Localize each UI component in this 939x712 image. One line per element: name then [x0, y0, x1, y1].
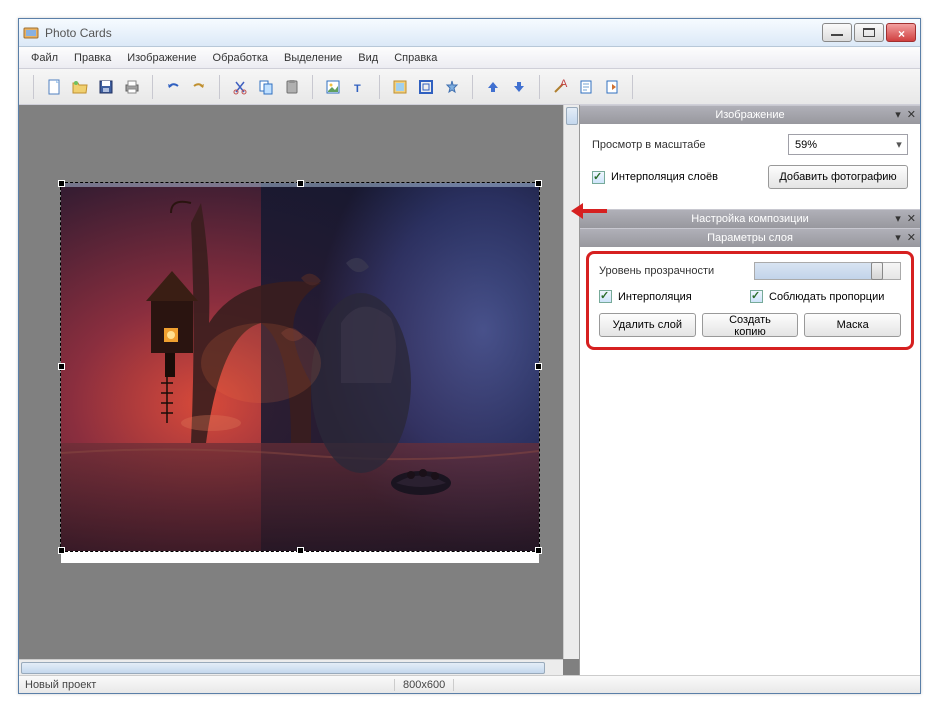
close-panel-icon[interactable]: ✕: [907, 108, 916, 121]
selection-handle-bc[interactable]: [297, 547, 304, 554]
annotation-arrow-icon: [569, 199, 609, 223]
panel-image-title[interactable]: Изображение ▾✕: [580, 105, 920, 124]
keep-prop-label: Соблюдать пропорции: [769, 291, 884, 303]
keep-prop-checkbox[interactable]: [750, 290, 763, 303]
svg-text:T: T: [354, 83, 361, 95]
menu-help[interactable]: Справка: [386, 49, 445, 67]
app-icon: [23, 25, 39, 41]
border-icon[interactable]: [414, 75, 438, 99]
chevron-down-icon[interactable]: ▾: [891, 138, 907, 151]
selection-handle-tr[interactable]: [535, 180, 542, 187]
app-window: Photo Cards × Файл Правка Изображение Об…: [18, 18, 921, 694]
menu-image[interactable]: Изображение: [119, 49, 204, 67]
zoom-label: Просмотр в масштабе: [592, 139, 788, 151]
status-dimensions: 800x600: [403, 679, 454, 691]
mask-button[interactable]: Маска: [804, 313, 901, 337]
wand-a-icon[interactable]: A: [548, 75, 572, 99]
horizontal-scrollbar[interactable]: [19, 659, 563, 675]
maximize-button[interactable]: [854, 23, 884, 42]
text-tool-icon[interactable]: T: [347, 75, 371, 99]
statusbar: Новый проект 800x600: [19, 675, 920, 693]
menu-file[interactable]: Файл: [23, 49, 66, 67]
close-button[interactable]: ×: [886, 23, 916, 42]
outer-container: Photo Cards × Файл Правка Изображение Об…: [0, 0, 939, 712]
layer-params-highlight: Уровень прозрачности Интерполяция Соблюд…: [586, 251, 914, 350]
interp-layers-checkbox[interactable]: [592, 171, 605, 184]
canvas-image[interactable]: [61, 183, 539, 551]
save-icon[interactable]: [94, 75, 118, 99]
titlebar[interactable]: Photo Cards ×: [19, 19, 920, 47]
selection-handle-mr[interactable]: [535, 363, 542, 370]
toolbar: T A: [19, 69, 920, 105]
selection-handle-tc[interactable]: [297, 180, 304, 187]
opacity-slider[interactable]: [754, 262, 901, 280]
add-photo-button[interactable]: Добавить фотографию: [768, 165, 908, 189]
undo-icon[interactable]: [161, 75, 185, 99]
export-icon[interactable]: [600, 75, 624, 99]
interp-layers-label: Интерполяция слоёв: [611, 171, 718, 183]
zoom-combo[interactable]: 59% ▾: [788, 134, 908, 155]
frame-icon[interactable]: [388, 75, 412, 99]
close-panel-icon[interactable]: ✕: [907, 231, 916, 244]
collapse-icon[interactable]: ▾: [895, 212, 901, 225]
open-file-icon[interactable]: [68, 75, 92, 99]
selection-handle-bl[interactable]: [58, 547, 65, 554]
status-project: Новый проект: [25, 679, 395, 691]
panel-layer-title[interactable]: Параметры слоя ▾✕: [580, 228, 920, 247]
panel-image-body: Просмотр в масштабе 59% ▾ Интерполяция с…: [580, 124, 920, 209]
copy-layer-button[interactable]: Создать копию: [702, 313, 799, 337]
close-panel-icon[interactable]: ✕: [907, 212, 916, 225]
print-icon[interactable]: [120, 75, 144, 99]
panel-comp-title[interactable]: Настройка композиции ▾✕: [580, 209, 920, 228]
delete-layer-button[interactable]: Удалить слой: [599, 313, 696, 337]
selection-handle-ml[interactable]: [58, 363, 65, 370]
app-title: Photo Cards: [45, 26, 822, 40]
vertical-scrollbar[interactable]: [563, 105, 579, 659]
selection-handle-tl[interactable]: [58, 180, 65, 187]
new-file-icon[interactable]: [42, 75, 66, 99]
menu-view[interactable]: Вид: [350, 49, 386, 67]
workarea: Изображение ▾✕ Просмотр в масштабе 59% ▾…: [19, 105, 920, 675]
menu-process[interactable]: Обработка: [205, 49, 276, 67]
window-buttons: ×: [822, 23, 916, 42]
interp-label: Интерполяция: [618, 291, 692, 303]
copy-icon[interactable]: [254, 75, 278, 99]
image-tool-icon[interactable]: [321, 75, 345, 99]
menu-select[interactable]: Выделение: [276, 49, 350, 67]
redo-icon[interactable]: [187, 75, 211, 99]
menubar: Файл Правка Изображение Обработка Выделе…: [19, 47, 920, 69]
minimize-button[interactable]: [822, 23, 852, 42]
paste-icon[interactable]: [280, 75, 304, 99]
svg-text:A: A: [560, 79, 568, 90]
side-panel: Изображение ▾✕ Просмотр в масштабе 59% ▾…: [580, 105, 920, 675]
effects-icon[interactable]: [440, 75, 464, 99]
up-icon[interactable]: [481, 75, 505, 99]
menu-edit[interactable]: Правка: [66, 49, 119, 67]
opacity-label: Уровень прозрачности: [599, 265, 744, 277]
interp-checkbox[interactable]: [599, 290, 612, 303]
collapse-icon[interactable]: ▾: [895, 108, 901, 121]
selection-handle-br[interactable]: [535, 547, 542, 554]
collapse-icon[interactable]: ▾: [895, 231, 901, 244]
cut-icon[interactable]: [228, 75, 252, 99]
down-icon[interactable]: [507, 75, 531, 99]
canvas-area[interactable]: [19, 105, 580, 675]
doc-icon[interactable]: [574, 75, 598, 99]
